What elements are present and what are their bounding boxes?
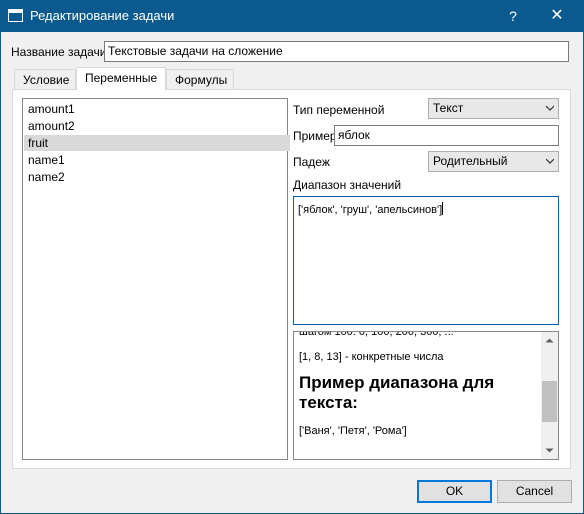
tab-variables[interactable]: Переменные [76, 67, 166, 90]
help-list-example: [1, 8, 13] - конкретные числа [299, 351, 444, 363]
help-step-example: шагом 100: 0, 100, 200, 300, ... [299, 331, 454, 338]
chevron-down-icon [546, 158, 554, 164]
variable-type-select[interactable]: Текст [428, 98, 559, 119]
case-value: Родительный [433, 154, 508, 168]
window-title: Редактирование задачи [30, 8, 175, 23]
list-item-amount1[interactable]: amount1 [24, 101, 290, 117]
scroll-down-icon[interactable] [541, 442, 558, 459]
task-name-label: Название задачи [11, 45, 107, 59]
scroll-thumb[interactable] [542, 381, 557, 422]
tab-formulas[interactable]: Формулы [166, 69, 234, 89]
variable-type-value: Текст [433, 101, 464, 115]
value-range-textarea[interactable]: ['яблок', 'груш', 'апельсинов'] [293, 196, 559, 325]
help-scrollbar[interactable] [541, 332, 558, 459]
variable-list[interactable]: amount1 amount2 fruit name1 name2 [22, 98, 290, 460]
list-item-fruit[interactable]: fruit [24, 135, 290, 151]
ok-button[interactable]: OK [417, 480, 492, 503]
variable-type-label: Тип переменной [293, 103, 385, 117]
chevron-down-icon [546, 105, 554, 111]
cancel-button[interactable]: Cancel [497, 480, 572, 503]
case-select[interactable]: Родительный [428, 151, 559, 172]
help-button[interactable]: ? [498, 4, 528, 28]
close-button[interactable]: ✕ [538, 4, 576, 28]
list-item-name2[interactable]: name2 [24, 169, 290, 185]
example-input[interactable]: яблок [334, 125, 559, 146]
task-name-input[interactable]: Текстовые задачи на сложение [104, 41, 569, 62]
help-heading: Пример диапазона для текста: [299, 373, 495, 412]
example-label: Пример [293, 129, 337, 143]
window-icon [8, 9, 23, 22]
case-label: Падеж [293, 155, 330, 169]
scroll-up-icon[interactable] [541, 332, 558, 349]
list-item-name1[interactable]: name1 [24, 152, 290, 168]
value-range-label: Диапазон значений [293, 178, 402, 192]
text-caret [442, 202, 444, 215]
help-panel[interactable]: шагом 100: 0, 100, 200, 300, ... [1, 8, … [293, 331, 559, 460]
tab-condition[interactable]: Условие [14, 69, 76, 89]
list-item-amount2[interactable]: amount2 [24, 118, 290, 134]
value-range-text: ['яблок', 'груш', 'апельсинов'] [298, 204, 443, 216]
help-text-example: ['Ваня', 'Петя', 'Рома'] [299, 425, 407, 437]
